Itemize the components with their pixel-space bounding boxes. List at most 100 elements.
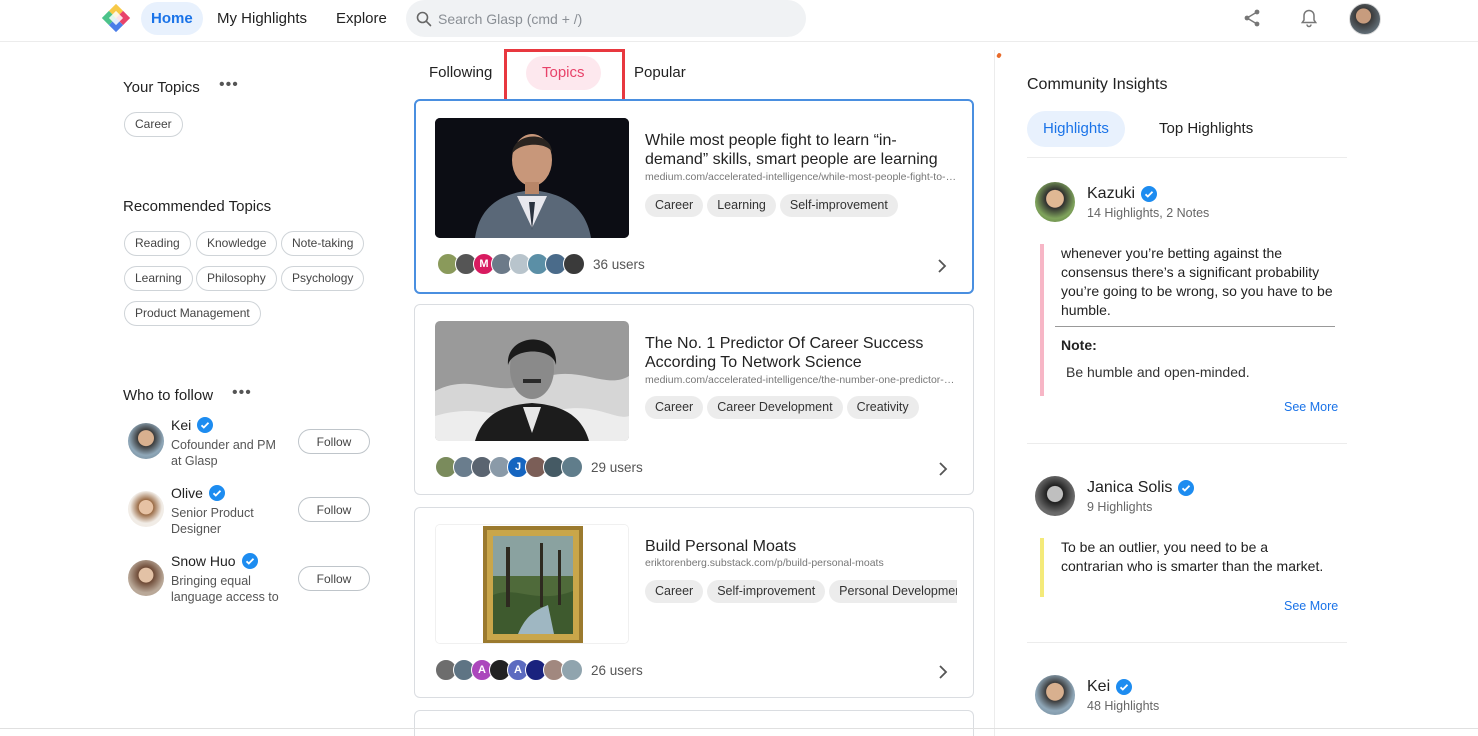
article-users[interactable]: J 29 users	[435, 455, 643, 479]
article-url: medium.com/accelerated-intelligence/whil…	[645, 171, 957, 183]
topic-chip-reading[interactable]: Reading	[124, 231, 191, 256]
glasp-logo-icon[interactable]	[101, 3, 131, 33]
divider	[1027, 157, 1347, 158]
mini-avatar	[561, 659, 583, 681]
note-label: Note:	[1061, 337, 1097, 353]
see-more-link[interactable]: See More	[1284, 599, 1338, 613]
article-card[interactable]	[414, 710, 974, 736]
article-thumbnail	[435, 321, 629, 441]
topic-chip-psychology[interactable]: Psychology	[281, 266, 365, 291]
article-title[interactable]: Build Personal Moats	[645, 537, 955, 556]
insight-user-meta: 14 Highlights, 2 Notes	[1087, 206, 1210, 220]
bell-icon[interactable]	[1297, 6, 1321, 30]
see-more-link[interactable]: See More	[1284, 400, 1338, 414]
nav-explore[interactable]: Explore	[326, 2, 397, 35]
article-tags: Career Career Development Creativity	[645, 396, 957, 420]
share-icon[interactable]	[1240, 6, 1264, 30]
highlight-color-bar	[1040, 538, 1044, 597]
topic-chip-philosophy[interactable]: Philosophy	[196, 266, 277, 291]
verified-badge-icon	[208, 485, 225, 501]
person-name[interactable]: Olive	[171, 485, 225, 501]
article-url: medium.com/accelerated-intelligence/the-…	[645, 374, 957, 386]
chevron-right-icon[interactable]	[932, 256, 952, 276]
verified-badge-icon	[1141, 186, 1158, 202]
insight-user-meta: 9 Highlights	[1087, 500, 1153, 514]
topic-chip-learning[interactable]: Learning	[124, 266, 193, 291]
tab-top-highlights[interactable]: Top Highlights	[1143, 111, 1269, 147]
mini-avatar	[563, 253, 585, 275]
chevron-right-icon[interactable]	[933, 662, 953, 682]
avatar[interactable]	[128, 491, 164, 527]
person-bio: Bringing equal language access to	[171, 574, 279, 604]
insight-user-name[interactable]: Kazuki	[1087, 185, 1158, 203]
avatar[interactable]	[1035, 476, 1075, 516]
users-count: 36 users	[593, 256, 645, 272]
person-name[interactable]: Kei	[171, 417, 214, 433]
window-bottom-edge	[0, 728, 1478, 729]
your-topics-more-icon[interactable]: •••	[219, 77, 239, 93]
tab-following[interactable]: Following	[413, 56, 508, 90]
divider	[1027, 642, 1347, 643]
highlight-color-bar	[1040, 244, 1044, 396]
highlight-quote[interactable]: whenever you’re betting against the cons…	[1061, 244, 1333, 320]
article-title[interactable]: The No. 1 Predictor Of Career Success Ac…	[645, 334, 955, 372]
article-tag[interactable]: Career	[645, 396, 704, 419]
community-insights-title: Community Insights	[1027, 76, 1168, 93]
person-name[interactable]: Snow Huo	[171, 553, 258, 569]
users-count: 26 users	[591, 662, 643, 678]
article-tag[interactable]: Self-improvement	[779, 194, 898, 217]
column-divider	[994, 50, 995, 736]
avatar[interactable]	[128, 560, 164, 596]
search-input[interactable]	[438, 10, 778, 27]
follow-button[interactable]: Follow	[298, 497, 370, 522]
article-tag[interactable]: Learning	[707, 194, 776, 217]
nav-home[interactable]: Home	[141, 2, 203, 35]
note-divider	[1055, 326, 1335, 327]
annotation-highlight-box	[504, 49, 625, 105]
chevron-right-icon[interactable]	[933, 459, 953, 479]
article-tags: Career Learning Self-improvement	[645, 194, 957, 218]
topic-chip-career[interactable]: Career	[124, 112, 183, 137]
topic-chip-knowledge[interactable]: Knowledge	[196, 231, 278, 256]
article-tag[interactable]: Creativity	[846, 396, 919, 419]
follow-button[interactable]: Follow	[298, 566, 370, 591]
article-users[interactable]: A A 26 users	[435, 658, 643, 682]
article-tag[interactable]: Career Development	[707, 396, 843, 419]
article-card[interactable]: While most people fight to learn “in-dem…	[414, 99, 974, 294]
follow-button[interactable]: Follow	[298, 429, 370, 454]
article-title[interactable]: While most people fight to learn “in-dem…	[645, 131, 955, 169]
who-to-follow-more-icon[interactable]: •••	[232, 385, 252, 401]
insight-user-meta: 48 Highlights	[1087, 699, 1160, 713]
avatar[interactable]	[1035, 675, 1075, 715]
article-card[interactable]: The No. 1 Predictor Of Career Success Ac…	[414, 304, 974, 495]
decorative-dot	[996, 52, 1002, 59]
article-url: eriktorenberg.substack.com/p/build-perso…	[645, 557, 884, 569]
nav-my-highlights[interactable]: My Highlights	[207, 2, 317, 35]
article-tag[interactable]: Personal Development	[829, 580, 957, 603]
article-thumbnail	[435, 524, 629, 644]
highlight-quote[interactable]: To be an outlier, you need to be a contr…	[1061, 538, 1333, 576]
insight-user-name[interactable]: Janica Solis	[1087, 479, 1195, 497]
article-tag[interactable]: Career	[645, 580, 704, 603]
user-avatar[interactable]	[1349, 3, 1381, 35]
avatar[interactable]	[128, 423, 164, 459]
search-bar[interactable]	[406, 0, 806, 37]
avatar[interactable]	[1035, 182, 1075, 222]
who-to-follow-title: Who to follow	[123, 387, 214, 404]
article-users[interactable]: M 36 users	[437, 252, 645, 276]
your-topics-title: Your Topics	[123, 79, 200, 96]
article-card[interactable]: Build Personal Moats eriktorenberg.subst…	[414, 507, 974, 698]
mini-avatar	[561, 456, 583, 478]
verified-badge-icon	[197, 417, 214, 433]
article-tag[interactable]: Self-improvement	[707, 580, 826, 603]
tab-popular[interactable]: Popular	[618, 56, 702, 90]
tab-highlights[interactable]: Highlights	[1027, 111, 1125, 147]
person-bio: Cofounder and PM at Glasp	[171, 438, 276, 468]
search-icon	[416, 11, 432, 26]
topic-chip-product-management[interactable]: Product Management	[124, 301, 261, 326]
insight-user-name[interactable]: Kei	[1087, 678, 1133, 696]
article-tag[interactable]: Career	[645, 194, 704, 217]
topic-chip-note-taking[interactable]: Note-taking	[281, 231, 365, 256]
recommended-topics-title: Recommended Topics	[123, 198, 272, 215]
verified-badge-icon	[1178, 480, 1195, 496]
